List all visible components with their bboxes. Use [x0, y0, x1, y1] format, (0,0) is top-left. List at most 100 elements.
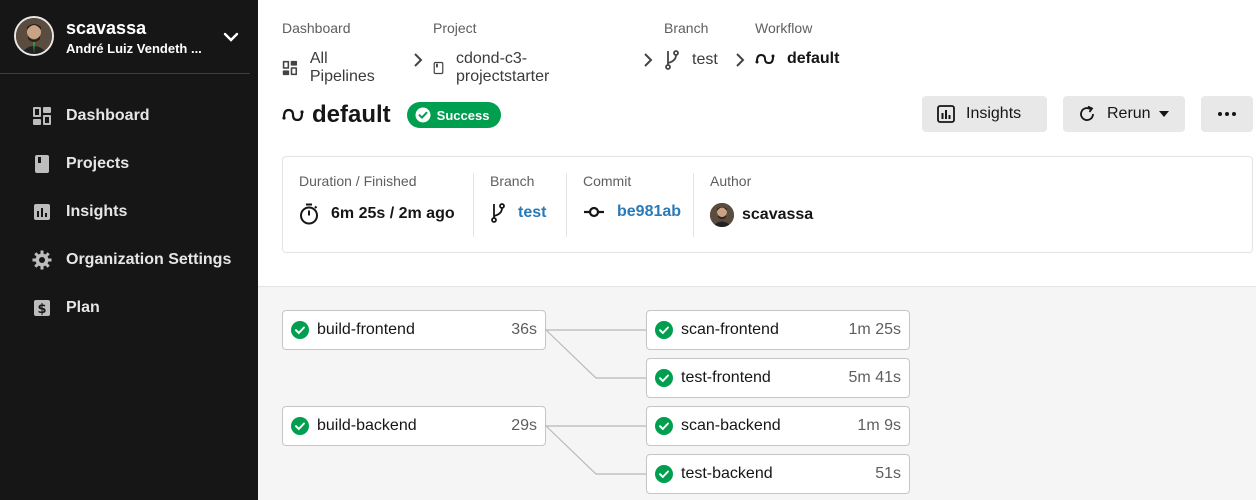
account-username: scavassa — [66, 18, 147, 38]
workflow-graph: build-frontend 36s scan-frontend 1m 25s … — [258, 286, 1256, 500]
project-icon — [433, 61, 444, 75]
rerun-button-label: Rerun — [1107, 105, 1151, 122]
breadcrumb-label: Project — [433, 20, 477, 36]
projects-icon — [32, 154, 52, 174]
job-duration: 36s — [511, 321, 537, 338]
divider — [473, 173, 474, 237]
divider — [566, 173, 567, 237]
insights-button[interactable]: Insights — [922, 96, 1047, 132]
sidebar-item-label: Projects — [66, 155, 130, 172]
duration-value: 6m 25s / 2m ago — [331, 205, 455, 222]
page-title: default — [312, 101, 391, 128]
avatar — [14, 16, 54, 56]
chevron-right-icon — [414, 53, 423, 67]
sidebar-item-label: Dashboard — [66, 107, 150, 124]
branch-icon — [665, 50, 679, 70]
job-duration: 29s — [511, 417, 537, 434]
job-name: build-backend — [317, 417, 417, 434]
account-switcher[interactable]: scavassa André Luiz Vendeth ... — [0, 0, 250, 74]
job-card[interactable]: scan-backend 1m 9s — [646, 406, 910, 446]
sidebar: scavassa André Luiz Vendeth ... Dashboar… — [0, 0, 258, 500]
insights-icon — [32, 202, 52, 222]
workflow-header: default Success — [282, 98, 502, 132]
sidebar-item-label: Organization Settings — [66, 251, 232, 268]
check-circle-icon — [291, 417, 309, 435]
stopwatch-icon — [300, 203, 318, 225]
job-duration: 5m 41s — [848, 369, 901, 386]
job-card[interactable]: test-backend 51s — [646, 454, 910, 494]
job-card[interactable]: build-frontend 36s — [282, 310, 546, 350]
commit-icon — [584, 206, 604, 218]
breadcrumb-dashboard[interactable]: Dashboard All Pipelines — [282, 20, 379, 86]
commit-link[interactable]: be981ab — [617, 203, 681, 221]
breadcrumb-label: Workflow — [755, 20, 813, 36]
job-name: build-frontend — [317, 321, 415, 338]
dollar-icon: $ — [32, 298, 52, 318]
gear-icon — [32, 250, 52, 270]
job-card[interactable]: scan-frontend 1m 25s — [646, 310, 910, 350]
sidebar-item-plan[interactable]: $ Plan — [0, 284, 258, 332]
breadcrumb-value: All Pipelines — [309, 50, 375, 85]
commit-field: Commit be981ab — [583, 173, 681, 237]
workflow-icon — [282, 108, 304, 122]
more-horizontal-icon — [1218, 112, 1236, 116]
refresh-icon — [1080, 105, 1094, 121]
branch-field: Branch test — [490, 173, 546, 237]
author-value: scavassa — [742, 206, 814, 223]
sidebar-item-organization-settings[interactable]: Organization Settings — [0, 236, 258, 284]
job-name: scan-backend — [681, 417, 781, 434]
status-badge: Success — [406, 102, 502, 128]
svg-text:$: $ — [37, 302, 46, 317]
check-circle-icon — [655, 465, 673, 483]
chevron-down-icon[interactable] — [220, 26, 242, 48]
job-duration: 51s — [875, 465, 901, 482]
duration-field: Duration / Finished 6m 25s / 2m ago — [299, 173, 455, 237]
dashboard-icon — [32, 106, 52, 126]
main-content: Dashboard All Pipelines Project cdond-c3… — [258, 0, 1256, 500]
job-duration: 1m 25s — [848, 321, 901, 338]
divider — [693, 173, 694, 237]
breadcrumb-project[interactable]: Project cdond-c3-projectstarter — [433, 20, 556, 86]
commit-label: Commit — [583, 173, 632, 189]
caret-down-icon — [1158, 111, 1169, 117]
branch-icon — [491, 203, 505, 223]
insights-icon — [937, 105, 955, 123]
sidebar-item-insights[interactable]: Insights — [0, 188, 258, 236]
check-circle-icon — [655, 369, 673, 387]
breadcrumb-value: cdond-c3-projectstarter — [455, 50, 550, 85]
sidebar-item-projects[interactable]: Projects — [0, 140, 258, 188]
job-name: test-backend — [681, 465, 773, 482]
branch-label: Branch — [490, 173, 535, 189]
job-card[interactable]: build-backend 29s — [282, 406, 546, 446]
job-name: test-frontend — [681, 369, 771, 386]
sidebar-item-label: Insights — [66, 203, 128, 220]
job-name: scan-frontend — [681, 321, 779, 338]
check-circle-icon — [655, 417, 673, 435]
duration-label: Duration / Finished — [299, 173, 417, 189]
breadcrumb-value: test — [692, 51, 718, 68]
check-circle-icon — [291, 321, 309, 339]
branch-link[interactable]: test — [518, 204, 546, 222]
job-duration: 1m 9s — [857, 417, 901, 434]
breadcrumb-label: Dashboard — [282, 20, 351, 36]
check-circle-icon — [415, 107, 431, 123]
workflow-icon — [755, 53, 775, 65]
status-text: Success — [436, 107, 490, 123]
sidebar-item-dashboard[interactable]: Dashboard — [0, 92, 258, 140]
breadcrumb-workflow: Workflow default — [755, 20, 839, 68]
check-circle-icon — [655, 321, 673, 339]
author-label: Author — [710, 173, 752, 189]
more-options-button[interactable] — [1201, 96, 1253, 132]
insights-button-label: Insights — [966, 105, 1022, 122]
avatar — [710, 203, 734, 227]
rerun-button[interactable]: Rerun — [1063, 96, 1185, 132]
sidebar-nav: Dashboard Projects Insights Organization… — [0, 92, 258, 332]
sidebar-item-label: Plan — [66, 299, 100, 316]
pipelines-icon — [282, 60, 298, 76]
breadcrumb-branch[interactable]: Branch test — [664, 20, 718, 70]
account-full-name: André Luiz Vendeth ... — [66, 41, 202, 56]
workflow-summary-card: Duration / Finished 6m 25s / 2m ago Bran… — [282, 156, 1253, 253]
breadcrumb-label: Branch — [664, 20, 709, 36]
chevron-right-icon — [644, 53, 653, 67]
job-card[interactable]: test-frontend 5m 41s — [646, 358, 910, 398]
